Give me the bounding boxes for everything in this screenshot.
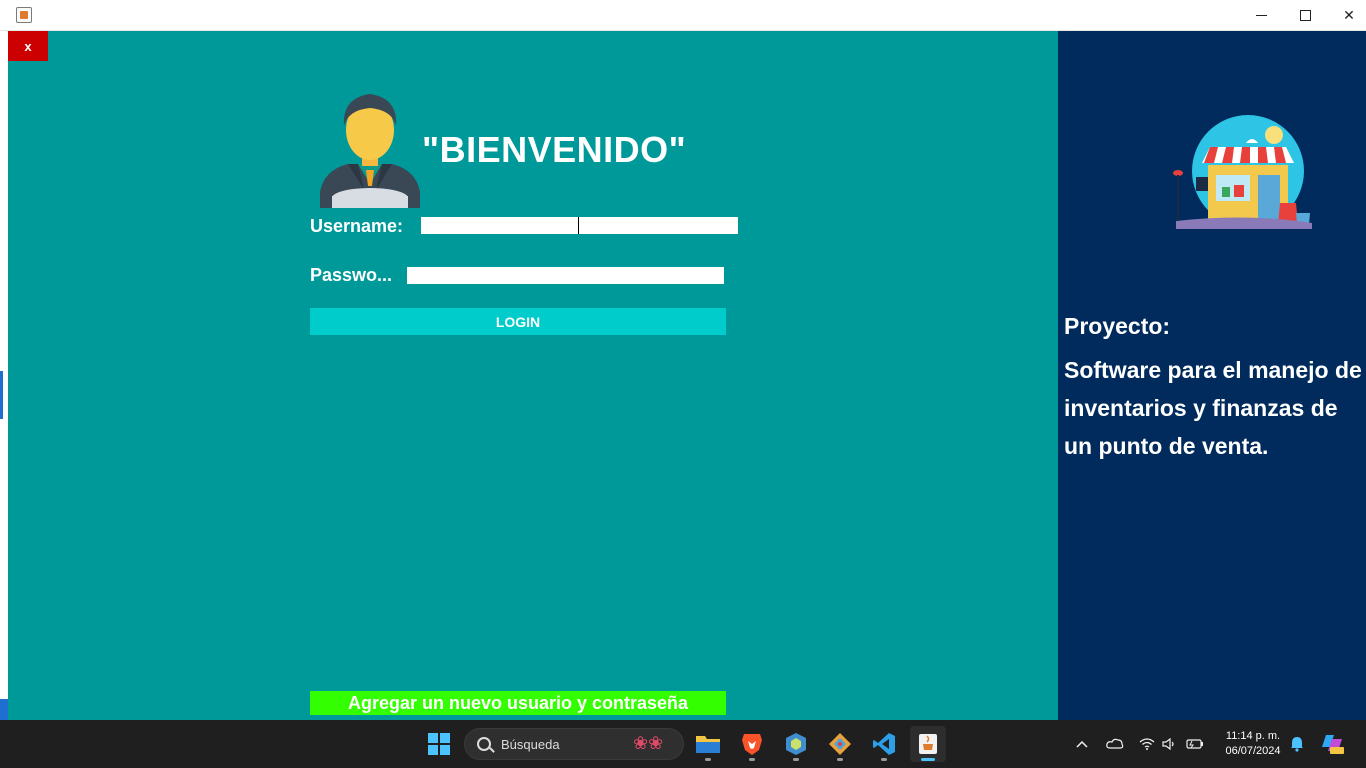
taskbar-search[interactable]: Búsqueda ❀❀: [464, 728, 684, 760]
minimize-button[interactable]: [1238, 0, 1284, 31]
vscode-button[interactable]: [866, 726, 902, 762]
java-icon: [919, 734, 937, 754]
show-hidden-icons-button[interactable]: [1076, 720, 1092, 768]
onedrive-button[interactable]: [1106, 720, 1126, 768]
search-icon: [477, 737, 491, 751]
chevron-up-icon: [1076, 740, 1088, 748]
password-label: Passwo...: [310, 265, 393, 285]
system-clock[interactable]: 11:14 p. m. 06/07/2024: [1218, 729, 1288, 759]
left-edge-strip: [0, 31, 8, 720]
login-button[interactable]: LOGIN: [310, 308, 726, 335]
windows-start-icon: [428, 733, 450, 755]
user-avatar-icon: [320, 94, 420, 208]
edge-marker: [0, 371, 3, 419]
running-indicator: [837, 758, 843, 761]
battery-button[interactable]: [1186, 720, 1206, 768]
minimize-icon: [1255, 15, 1267, 16]
search-placeholder: Búsqueda: [501, 737, 560, 752]
wifi-icon: [1139, 738, 1155, 750]
git-diamond-icon: [829, 733, 851, 755]
brave-browser-button[interactable]: [734, 726, 770, 762]
store-illustration-icon: [1173, 115, 1312, 229]
java-app-button[interactable]: [910, 726, 946, 762]
project-label: Proyecto:: [1064, 313, 1171, 339]
window-titlebar: ✕: [0, 0, 1366, 31]
login-panel: x "BIENVENIDO" Username: Passwo... LOGIN…: [8, 31, 1058, 720]
username-field[interactable]: [421, 217, 738, 234]
clock-time: 11:14 p. m.: [1225, 730, 1281, 742]
running-indicator: [705, 758, 711, 761]
folder-icon: [696, 736, 720, 753]
cloud-sync-icon: [1106, 738, 1124, 749]
edge-marker-bottom: [0, 699, 8, 720]
running-indicator: [793, 758, 799, 761]
java-app-icon: [16, 7, 32, 23]
taskbar: Búsqueda ❀❀ 11:14 p. m. 06/07/2024: [0, 720, 1366, 768]
running-indicator: [881, 758, 887, 761]
wifi-button[interactable]: [1139, 720, 1157, 768]
running-indicator: [749, 758, 755, 761]
text-caret: [578, 217, 579, 234]
project-description: Software para el manejo de inventarios y…: [1064, 357, 1362, 459]
battery-icon: [1186, 739, 1203, 749]
close-button[interactable]: x: [8, 31, 48, 61]
project-panel: Proyecto: Software para el manejo de inv…: [1058, 31, 1366, 720]
window-close-button[interactable]: ✕: [1326, 0, 1366, 31]
copilot-icon: [1322, 735, 1344, 754]
add-user-button[interactable]: Agregar un nuevo usuario y contraseña: [310, 691, 726, 715]
volume-button[interactable]: [1162, 720, 1178, 768]
welcome-heading: "BIENVENIDO": [422, 129, 687, 170]
maximize-button[interactable]: [1282, 0, 1328, 31]
vscode-icon: [873, 733, 895, 755]
netbeans-button[interactable]: [778, 726, 814, 762]
password-field[interactable]: [407, 267, 724, 284]
notifications-button[interactable]: [1290, 720, 1306, 768]
speaker-icon: [1162, 738, 1174, 750]
file-explorer-button[interactable]: [690, 726, 726, 762]
username-label: Username:: [310, 216, 404, 236]
active-indicator: [921, 758, 935, 761]
netbeans-icon: [786, 733, 806, 755]
clock-date: 06/07/2024: [1225, 745, 1281, 757]
maximize-icon: [1299, 10, 1311, 21]
roses-icon: ❀❀: [633, 733, 664, 753]
bell-icon: [1291, 737, 1303, 752]
close-icon: ✕: [1343, 7, 1355, 24]
brave-icon: [742, 734, 762, 755]
copilot-button[interactable]: [1320, 720, 1348, 768]
git-tool-button[interactable]: [822, 726, 858, 762]
start-button[interactable]: [421, 726, 457, 762]
